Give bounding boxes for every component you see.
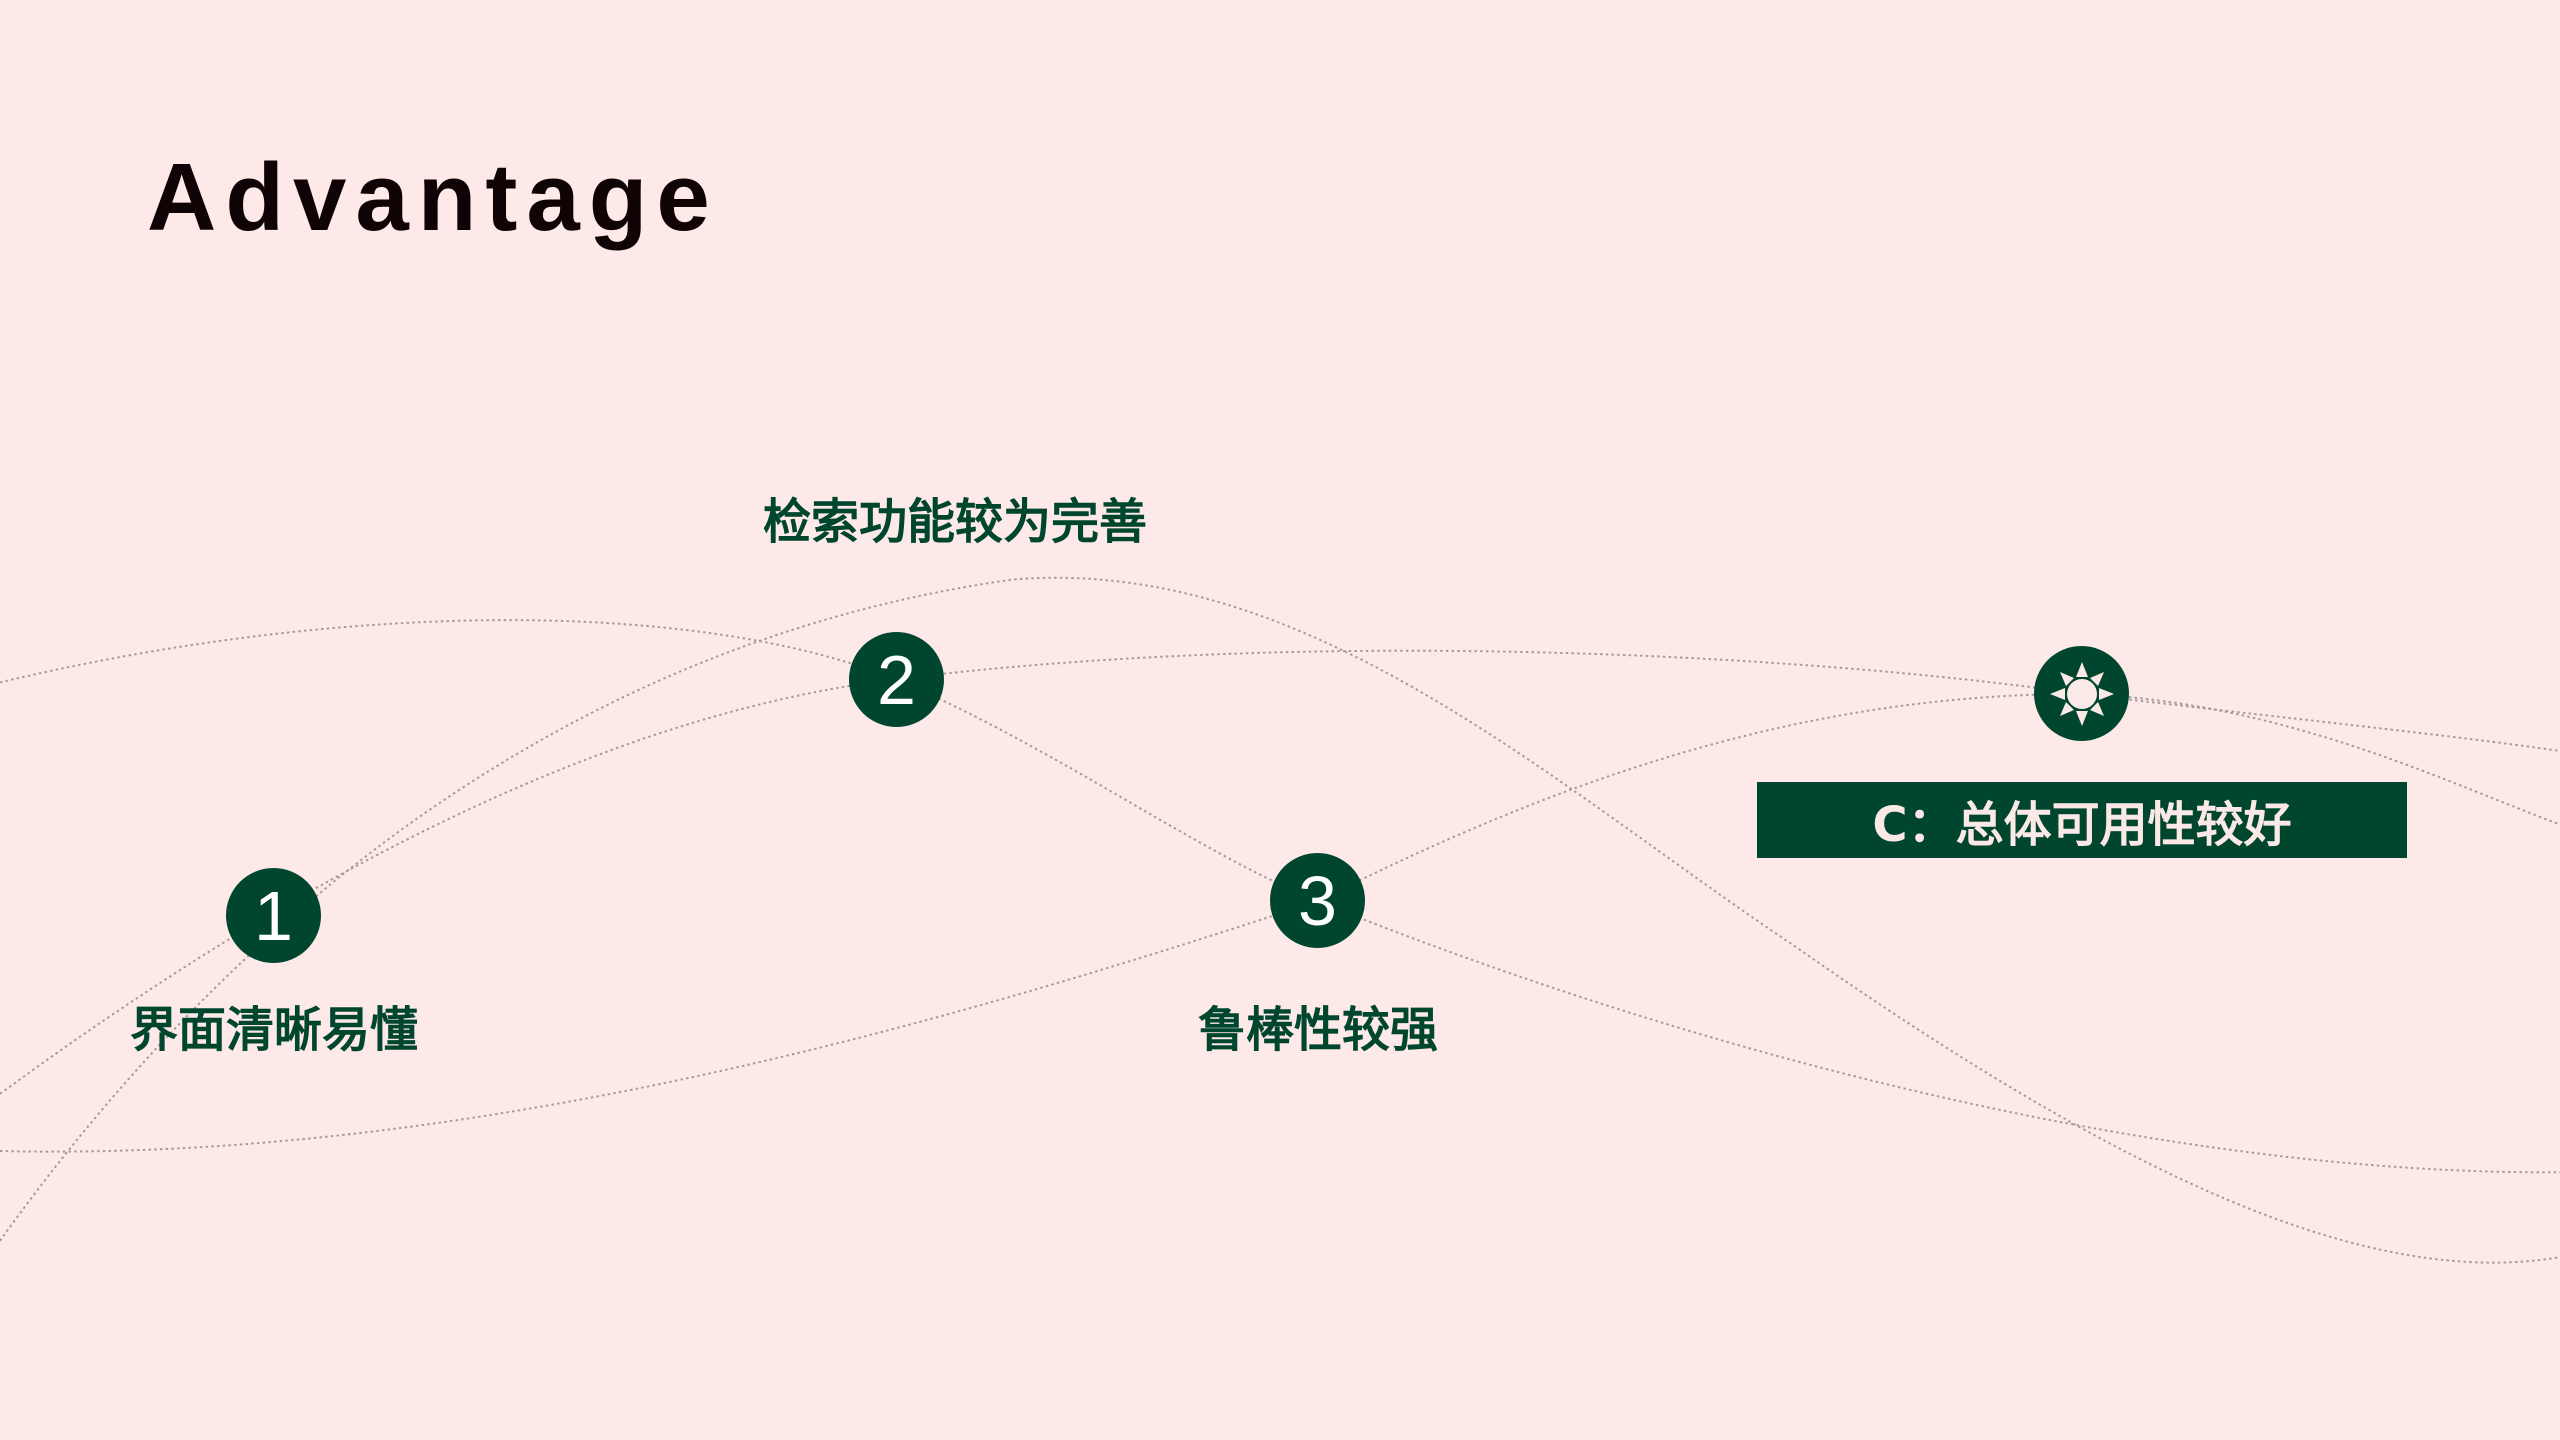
sun-icon xyxy=(2034,646,2129,741)
page-title: Advantage xyxy=(147,144,719,251)
step-1-label: 界面清晰易懂 xyxy=(129,1002,419,1058)
step-3-label: 鲁棒性较强 xyxy=(1197,1002,1439,1058)
conclusion-banner: C：总体可用性较好 xyxy=(1757,782,2407,858)
step-2-badge: 2 xyxy=(849,632,944,727)
step-2-label: 检索功能较为完善 xyxy=(762,494,1148,550)
step-1-badge: 1 xyxy=(226,868,321,963)
step-3-badge: 3 xyxy=(1270,853,1365,948)
